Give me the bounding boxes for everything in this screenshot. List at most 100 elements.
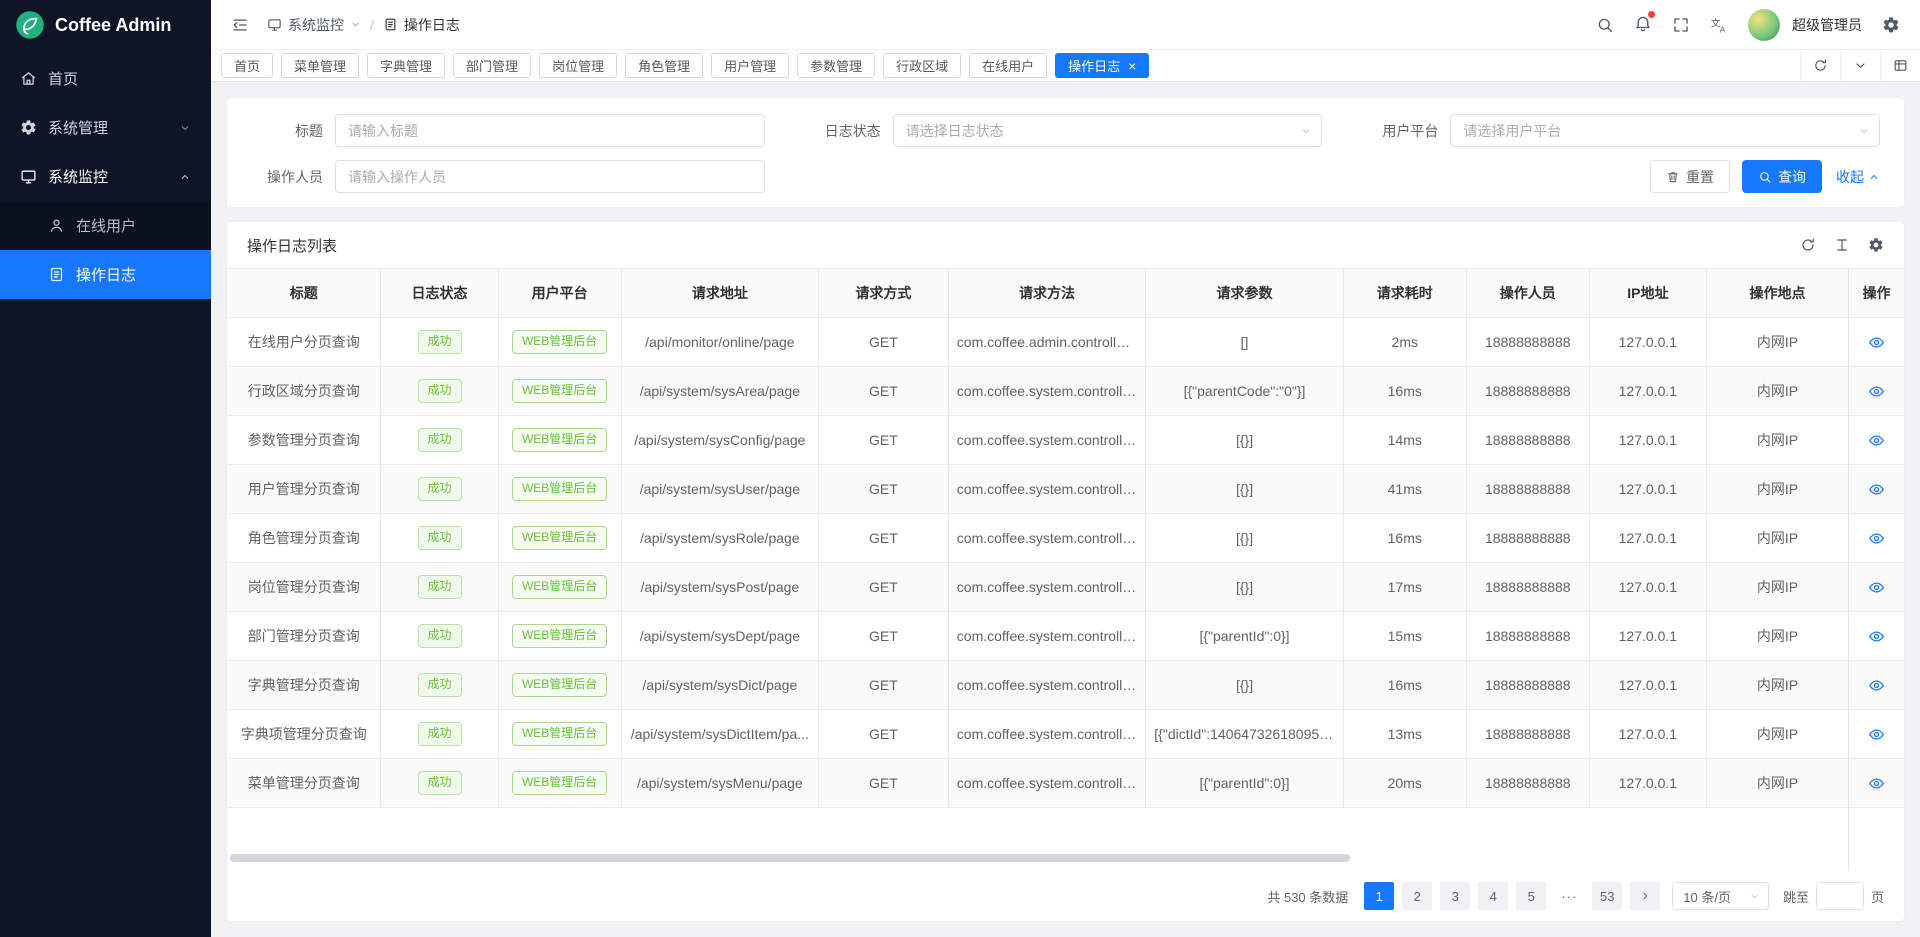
cell-title: 行政区域分页查询 xyxy=(227,367,381,416)
refresh-page-button[interactable] xyxy=(1800,50,1840,81)
page-size-select[interactable]: 10 条/页 xyxy=(1672,882,1769,910)
tab-tools xyxy=(1800,50,1920,81)
cell-actions xyxy=(1849,465,1904,514)
collapse-sidebar-icon[interactable] xyxy=(231,16,249,34)
cell-method: GET xyxy=(819,416,949,465)
table-row: 角色管理分页查询成功WEB管理后台/api/system/sysRole/pag… xyxy=(227,514,1904,563)
view-detail-button[interactable] xyxy=(1868,383,1885,400)
cell-url: /api/system/sysPost/page xyxy=(621,563,818,612)
page-button-5[interactable]: 5 xyxy=(1516,882,1546,910)
monitor-icon xyxy=(267,17,282,32)
cell-handler: com.coffee.system.controlle... xyxy=(948,759,1145,808)
tab-home[interactable]: 首页 xyxy=(221,53,273,78)
menu-item-label: 系统管理 xyxy=(48,117,168,138)
page-button-3[interactable]: 3 xyxy=(1440,882,1470,910)
content: 标题 日志状态 用户平台 xyxy=(211,82,1920,937)
user-platform-select[interactable] xyxy=(1450,114,1880,147)
title-input[interactable] xyxy=(335,114,765,147)
tab-dept-management[interactable]: 部门管理 xyxy=(453,53,531,78)
form-item-title: 标题 xyxy=(251,114,765,147)
platform-tag: WEB管理后台 xyxy=(512,477,607,501)
view-detail-button[interactable] xyxy=(1868,628,1885,645)
app-logo[interactable]: Coffee Admin xyxy=(0,0,211,50)
tab-post-management[interactable]: 岗位管理 xyxy=(539,53,617,78)
table-tools xyxy=(1800,237,1884,253)
cell-operator: 18888888888 xyxy=(1466,465,1589,514)
sidebar-subitem-operation-log[interactable]: 操作日志 xyxy=(0,250,211,299)
cell-title: 参数管理分页查询 xyxy=(227,416,381,465)
cell-ip: 127.0.0.1 xyxy=(1589,710,1706,759)
app-root: Coffee Admin 首页系统管理系统监控在线用户操作日志 系统监控 / 操… xyxy=(0,0,1920,937)
horizontal-scrollbar[interactable] xyxy=(230,854,1350,862)
tab-label: 在线用户 xyxy=(982,56,1034,75)
cell-duration: 20ms xyxy=(1343,759,1466,808)
view-detail-button[interactable] xyxy=(1868,775,1885,792)
tab-role-management[interactable]: 角色管理 xyxy=(625,53,703,78)
refresh-table-icon[interactable] xyxy=(1800,237,1816,253)
gear-icon xyxy=(20,119,37,136)
tab-user-management[interactable]: 用户管理 xyxy=(711,53,789,78)
cell-url: /api/system/sysDept/page xyxy=(621,612,818,661)
cell-platform: WEB管理后台 xyxy=(498,514,621,563)
page-button-4[interactable]: 4 xyxy=(1478,882,1508,910)
search-icon xyxy=(1758,170,1772,184)
jump-page-input[interactable] xyxy=(1816,882,1864,910)
settings-gear-icon[interactable] xyxy=(1882,16,1900,34)
tab-param-management[interactable]: 参数管理 xyxy=(797,53,875,78)
reset-button[interactable]: 重置 xyxy=(1650,160,1730,193)
query-button[interactable]: 查询 xyxy=(1742,160,1822,193)
column-header-ip: IP地址 xyxy=(1589,269,1706,318)
sidebar-item-system-management[interactable]: 系统管理 xyxy=(0,103,211,152)
layout-settings-button[interactable] xyxy=(1880,50,1920,81)
operator-input[interactable] xyxy=(335,160,765,193)
cell-ip: 127.0.0.1 xyxy=(1589,759,1706,808)
tab-label: 部门管理 xyxy=(466,56,518,75)
cell-platform: WEB管理后台 xyxy=(498,710,621,759)
next-page-button[interactable] xyxy=(1630,882,1660,910)
page-button-1[interactable]: 1 xyxy=(1364,882,1394,910)
view-detail-button[interactable] xyxy=(1868,677,1885,694)
sidebar-item-system-monitor[interactable]: 系统监控 xyxy=(0,152,211,201)
view-detail-button[interactable] xyxy=(1868,432,1885,449)
breadcrumb-item-operation-log[interactable]: 操作日志 xyxy=(383,15,460,35)
user-name[interactable]: 超级管理员 xyxy=(1792,15,1862,35)
collapse-toggle[interactable]: 收起 xyxy=(1836,167,1880,187)
view-detail-button[interactable] xyxy=(1868,481,1885,498)
search-icon[interactable] xyxy=(1596,16,1614,34)
cell-actions xyxy=(1849,612,1904,661)
tab-options-button[interactable] xyxy=(1840,50,1880,81)
export-icon[interactable] xyxy=(1834,237,1850,253)
view-detail-button[interactable] xyxy=(1868,579,1885,596)
menu-item-label: 在线用户 xyxy=(76,215,191,236)
breadcrumb-item-system-monitor[interactable]: 系统监控 xyxy=(267,15,361,35)
cell-status: 成功 xyxy=(381,710,498,759)
tab-close-icon[interactable]: × xyxy=(1128,59,1136,73)
page-size-value: 10 条/页 xyxy=(1683,887,1731,906)
tab-operation-log[interactable]: 操作日志× xyxy=(1055,53,1149,78)
notification-bell[interactable] xyxy=(1634,14,1652,35)
fullscreen-icon[interactable] xyxy=(1672,16,1690,34)
sidebar-item-home[interactable]: 首页 xyxy=(0,54,211,103)
cell-location: 内网IP xyxy=(1706,318,1848,367)
cell-method: GET xyxy=(819,612,949,661)
tab-dict-management[interactable]: 字典管理 xyxy=(367,53,445,78)
tab-area-management[interactable]: 行政区域 xyxy=(883,53,961,78)
view-detail-button[interactable] xyxy=(1868,726,1885,743)
tab-menu-management[interactable]: 菜单管理 xyxy=(281,53,359,78)
page-button-2[interactable]: 2 xyxy=(1402,882,1432,910)
column-settings-icon[interactable] xyxy=(1868,237,1884,253)
main-area: 系统监控 / 操作日志 文A xyxy=(211,0,1920,937)
language-switch-icon[interactable]: 文A xyxy=(1710,16,1728,34)
avatar[interactable] xyxy=(1748,9,1780,41)
page-button-53[interactable]: 53 xyxy=(1592,882,1622,910)
view-detail-button[interactable] xyxy=(1868,530,1885,547)
cell-ip: 127.0.0.1 xyxy=(1589,318,1706,367)
tab-online-users[interactable]: 在线用户 xyxy=(969,53,1047,78)
user-platform-label: 用户平台 xyxy=(1366,121,1438,141)
chevron-up-icon xyxy=(1868,171,1880,183)
view-detail-button[interactable] xyxy=(1868,334,1885,351)
log-status-select[interactable] xyxy=(893,114,1323,147)
tab-label: 菜单管理 xyxy=(294,56,346,75)
cell-ip: 127.0.0.1 xyxy=(1589,661,1706,710)
sidebar-subitem-online-users[interactable]: 在线用户 xyxy=(0,201,211,250)
